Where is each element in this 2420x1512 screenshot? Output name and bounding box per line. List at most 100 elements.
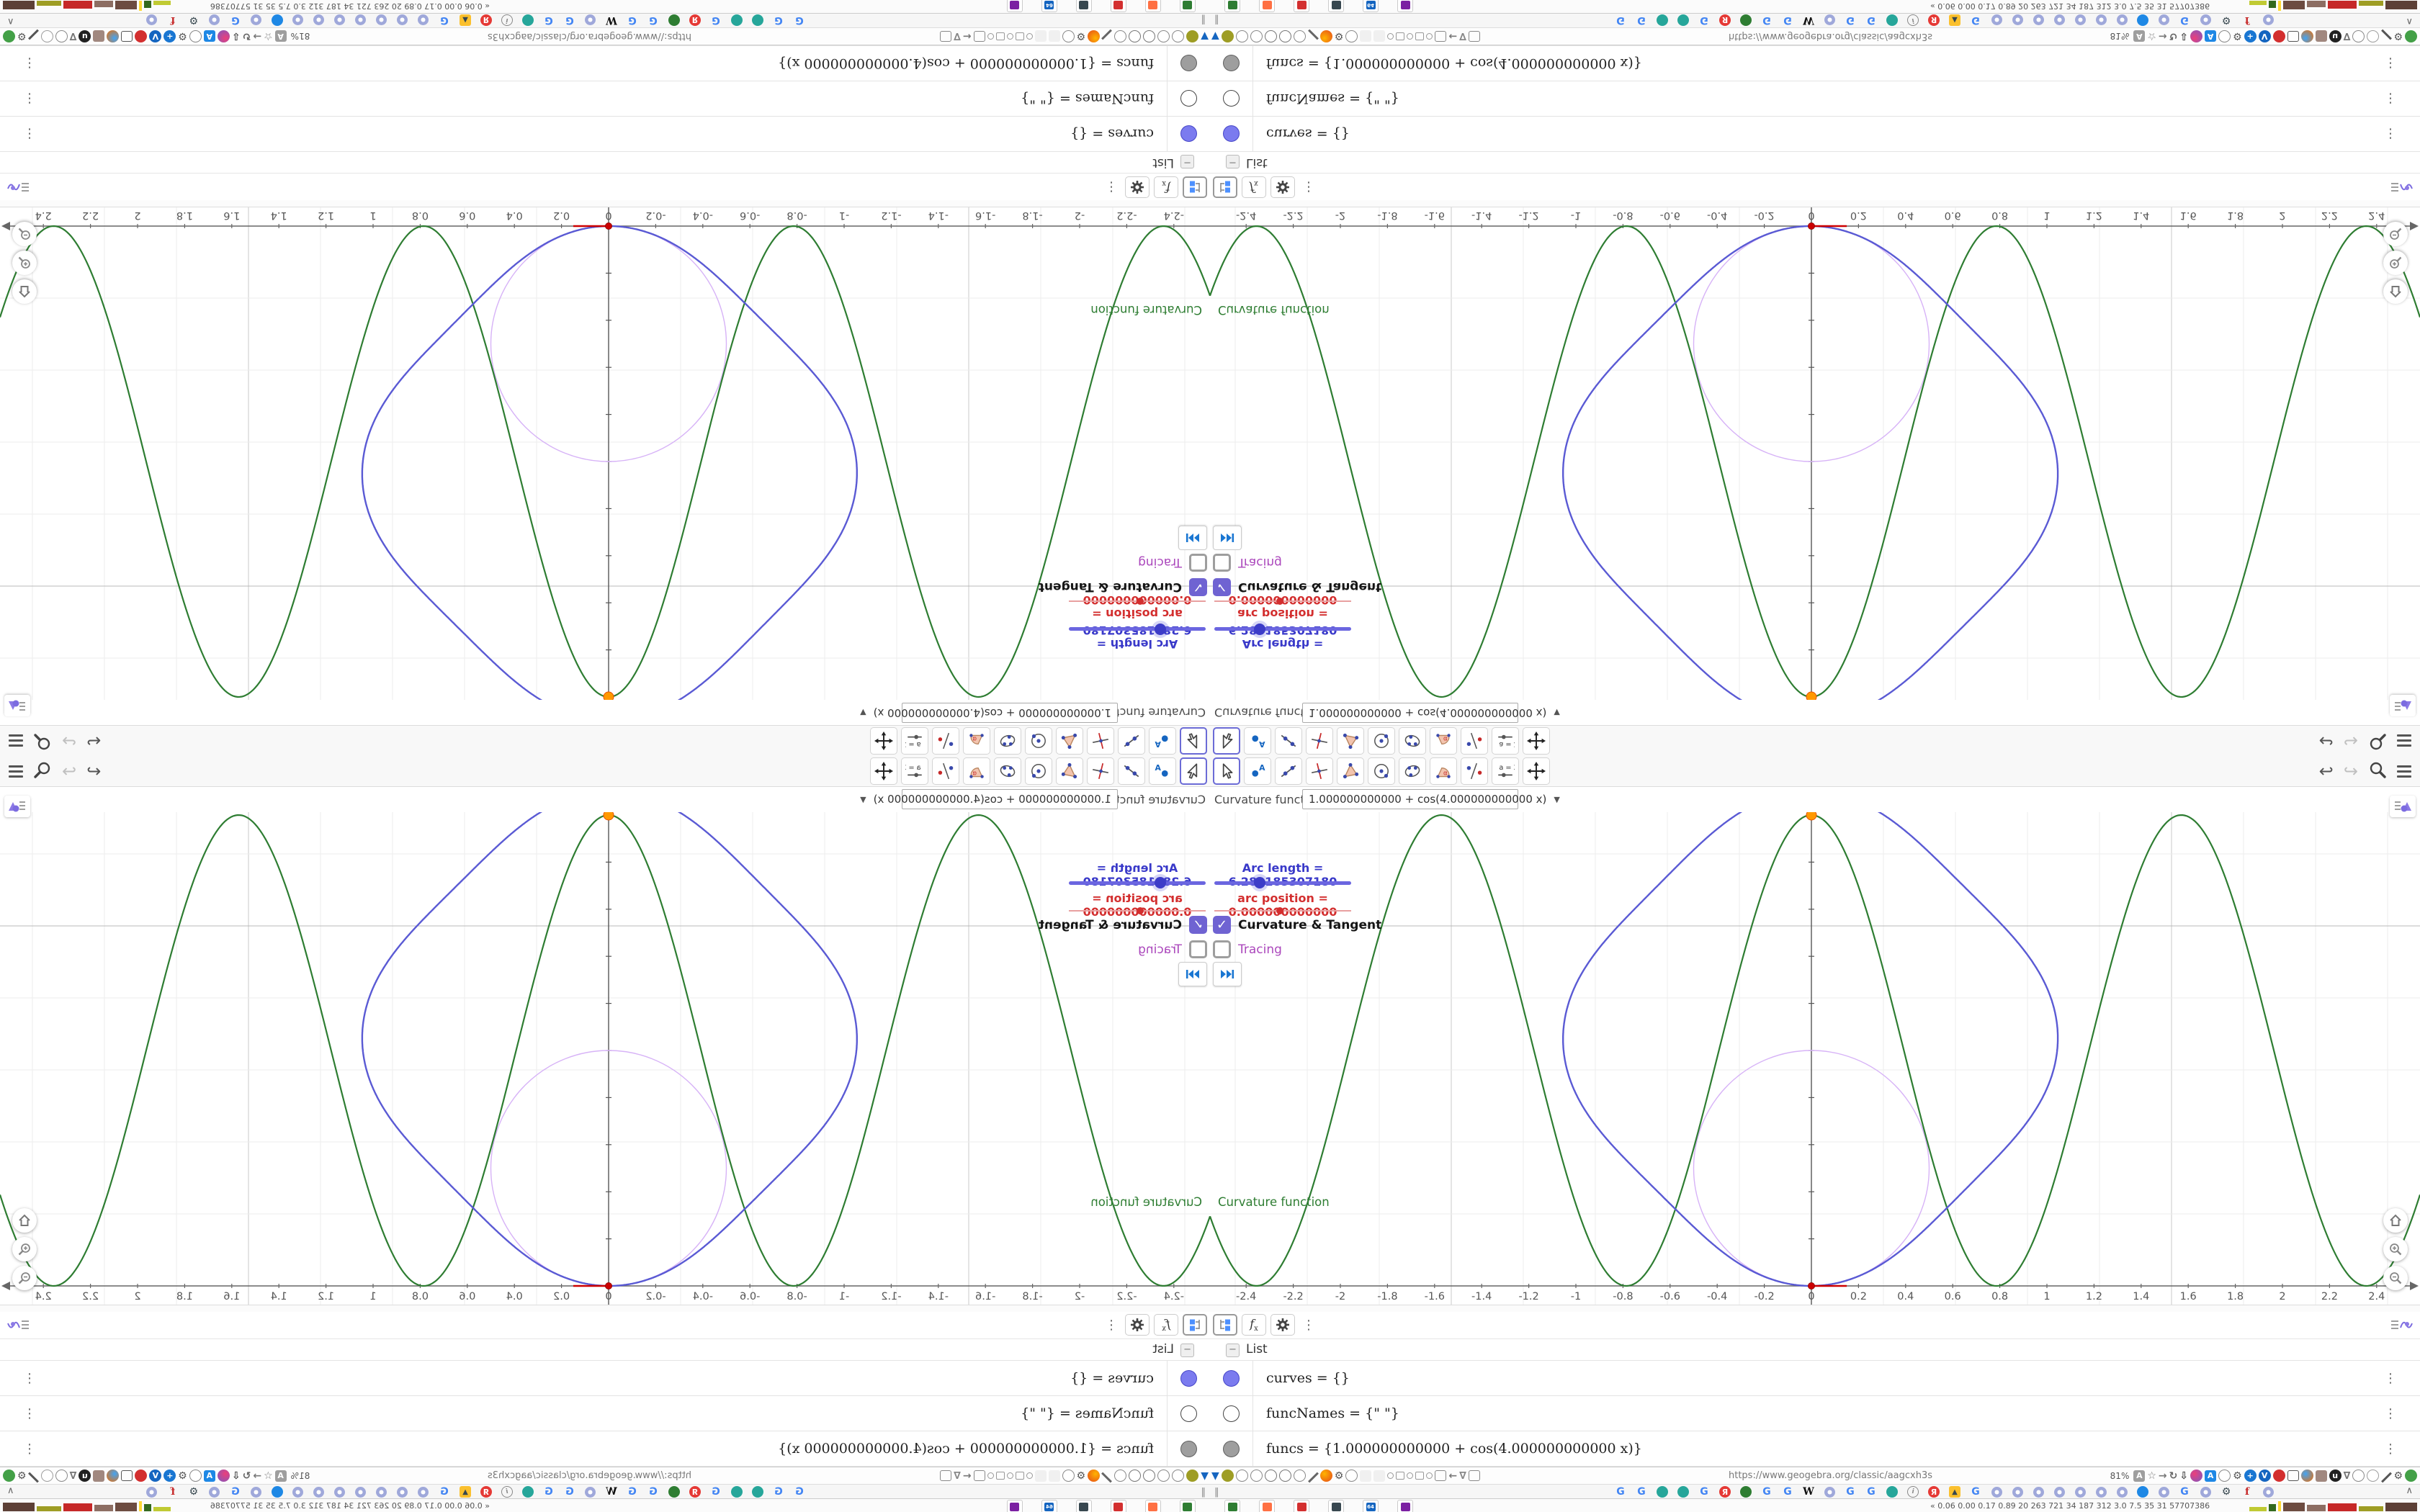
bookmark-default[interactable]: [2156, 1485, 2171, 1498]
list-group-header[interactable]: − List: [1210, 151, 2420, 173]
bookmark-gear[interactable]: ⚙: [2219, 1485, 2233, 1498]
bookmark-default[interactable]: [583, 1485, 598, 1498]
ghost-square-icon[interactable]: [1373, 30, 1386, 42]
vpn-ext-icon[interactable]: V: [149, 30, 162, 42]
bookmark-wikipedia[interactable]: W: [604, 14, 619, 27]
home-button[interactable]: [12, 279, 37, 304]
tab-small-icon[interactable]: [1396, 32, 1405, 40]
bookmark-google[interactable]: G: [437, 1485, 452, 1498]
gear-icon[interactable]: ⚙: [178, 31, 187, 42]
tab-small-icon[interactable]: [1415, 32, 1425, 40]
bookmark-info[interactable]: i: [1906, 1485, 1920, 1498]
ghost-square-icon[interactable]: [1034, 30, 1047, 42]
bookmark-default[interactable]: [2261, 14, 2275, 27]
bookmark-default[interactable]: [375, 1485, 389, 1498]
oval-ext-icon[interactable]: [189, 30, 202, 42]
bookmark-google[interactable]: G: [1864, 14, 1878, 27]
bookmark-google[interactable]: G: [709, 1485, 723, 1498]
visibility-toggle[interactable]: [1180, 125, 1197, 142]
app-monitor[interactable]: [1328, 0, 1344, 12]
algebra-view-icon[interactable]: [6, 1316, 30, 1336]
slider-tool-button[interactable]: a = 2: [901, 757, 928, 785]
bookmark-yandex[interactable]: Я: [1718, 14, 1732, 27]
bookmark-blue[interactable]: [2136, 14, 2150, 27]
kebab-menu-icon[interactable]: ⋮: [2381, 126, 2400, 141]
bookmark-yandex[interactable]: Я: [1927, 14, 1941, 27]
bookmark-google[interactable]: G: [542, 14, 556, 27]
bookmark-google[interactable]: G: [1697, 14, 1711, 27]
slider-tool-button[interactable]: a = 2: [1492, 727, 1519, 755]
globe-icon[interactable]: [1114, 1470, 1127, 1482]
arc-length-slider[interactable]: [1069, 877, 1206, 888]
bookmark-blue[interactable]: [2136, 1485, 2150, 1498]
bookmark-google[interactable]: G: [1864, 1485, 1878, 1498]
like-ext-icon[interactable]: [40, 1470, 53, 1482]
oval-ext-icon[interactable]: [2218, 30, 2231, 42]
globe-icon[interactable]: [1062, 30, 1075, 42]
move-graphics-tool-button[interactable]: [1523, 757, 1550, 785]
wrench-icon[interactable]: [1102, 32, 1112, 42]
star-icon[interactable]: ☆: [264, 1470, 273, 1482]
bookmark-default[interactable]: [2010, 14, 2025, 27]
list-group-header[interactable]: − List: [0, 1339, 1210, 1361]
algebra-row-funcs[interactable]: funcs = {1.000000000000 + cos(4.00000000…: [0, 1431, 1210, 1467]
forward-arrow-icon[interactable]: →: [2159, 1471, 2167, 1481]
bookmark-yandex[interactable]: Я: [1927, 1485, 1941, 1498]
bookmark-photos[interactable]: ▲: [1948, 1485, 1962, 1498]
gear-icon[interactable]: [1270, 176, 1295, 198]
step-forward-button[interactable]: [1178, 962, 1207, 986]
bookmark-google[interactable]: G: [1968, 1485, 1983, 1498]
app-monitor[interactable]: [1076, 1500, 1092, 1512]
collapse-icon[interactable]: −: [1180, 1344, 1194, 1357]
bookmark-google[interactable]: G: [1780, 14, 1795, 27]
status-dot-icon[interactable]: [3, 1470, 15, 1482]
bookmark-default[interactable]: [2115, 1485, 2129, 1498]
bookmark-default[interactable]: [2094, 1485, 2108, 1498]
line-tool-button[interactable]: [1275, 757, 1302, 785]
bookmark-green[interactable]: [667, 14, 681, 27]
perpendicular-line-tool-button[interactable]: [1306, 757, 1333, 785]
bookmark-google[interactable]: G: [1843, 1485, 1857, 1498]
bookmarks-overflow-icon[interactable]: ∧: [7, 1485, 14, 1496]
back-arrow-icon[interactable]: ←: [963, 1470, 972, 1482]
bookmark-photos[interactable]: ▲: [458, 1485, 472, 1498]
algebra-row-funcnames[interactable]: funcNames = {" "} ⋮: [1210, 81, 2420, 116]
gauge-icon[interactable]: [1143, 30, 1156, 42]
bookmark-default[interactable]: [416, 1485, 431, 1498]
globe-icon[interactable]: [55, 30, 68, 42]
kebab-menu-icon[interactable]: ⋮: [1102, 1318, 1121, 1333]
app-terminal[interactable]: [1224, 1500, 1240, 1512]
move-tool-button[interactable]: [1213, 727, 1240, 755]
bookmark-default[interactable]: [2261, 1485, 2275, 1498]
zoom-in-button[interactable]: [2383, 251, 2408, 275]
zoom-in-button[interactable]: [2383, 1237, 2408, 1261]
line-tool-button[interactable]: [1118, 757, 1145, 785]
list-group-header[interactable]: − List: [1210, 1339, 2420, 1361]
graphics-stylebar-button[interactable]: [2390, 796, 2416, 817]
vpn-ext-icon[interactable]: V: [2258, 30, 2271, 42]
wrench-icon[interactable]: [1308, 1471, 1318, 1481]
dot-small-icon[interactable]: [1387, 33, 1394, 40]
algebra-row-curves[interactable]: curves = {} ⋮: [0, 1361, 1210, 1396]
folder-icon[interactable]: [973, 1470, 985, 1481]
bookmarks-overflow-icon[interactable]: ∧: [2406, 1485, 2413, 1496]
reflect-tool-button[interactable]: [932, 757, 959, 785]
list-group-header[interactable]: − List: [0, 151, 1210, 173]
bookmark-default[interactable]: [207, 1485, 222, 1498]
algebra-row-curves[interactable]: curves = {} ⋮: [1210, 1361, 2420, 1396]
search-icon[interactable]: [33, 760, 52, 782]
bookmark-google[interactable]: G: [2177, 1485, 2192, 1498]
polygon-tool-button[interactable]: [1056, 727, 1083, 755]
collapse-icon[interactable]: −: [1180, 155, 1194, 168]
funnel-icon[interactable]: ▼: [1201, 1470, 1209, 1482]
tree-view-button[interactable]: [1213, 1314, 1237, 1336]
app-terminal[interactable]: [1180, 0, 1196, 12]
folder-icon[interactable]: [1435, 1470, 1447, 1481]
fx-format-button[interactable]: fx: [1154, 1314, 1178, 1336]
algebra-row-funcnames[interactable]: funcNames = {" "} ⋮: [0, 1396, 1210, 1431]
bookmark-google[interactable]: G: [1634, 14, 1649, 27]
visibility-toggle[interactable]: [1223, 1405, 1240, 1422]
tab-small-icon[interactable]: [995, 1472, 1005, 1480]
translate-ext-icon[interactable]: A: [203, 1470, 215, 1482]
tracing-checkbox[interactable]: [1213, 554, 1231, 572]
